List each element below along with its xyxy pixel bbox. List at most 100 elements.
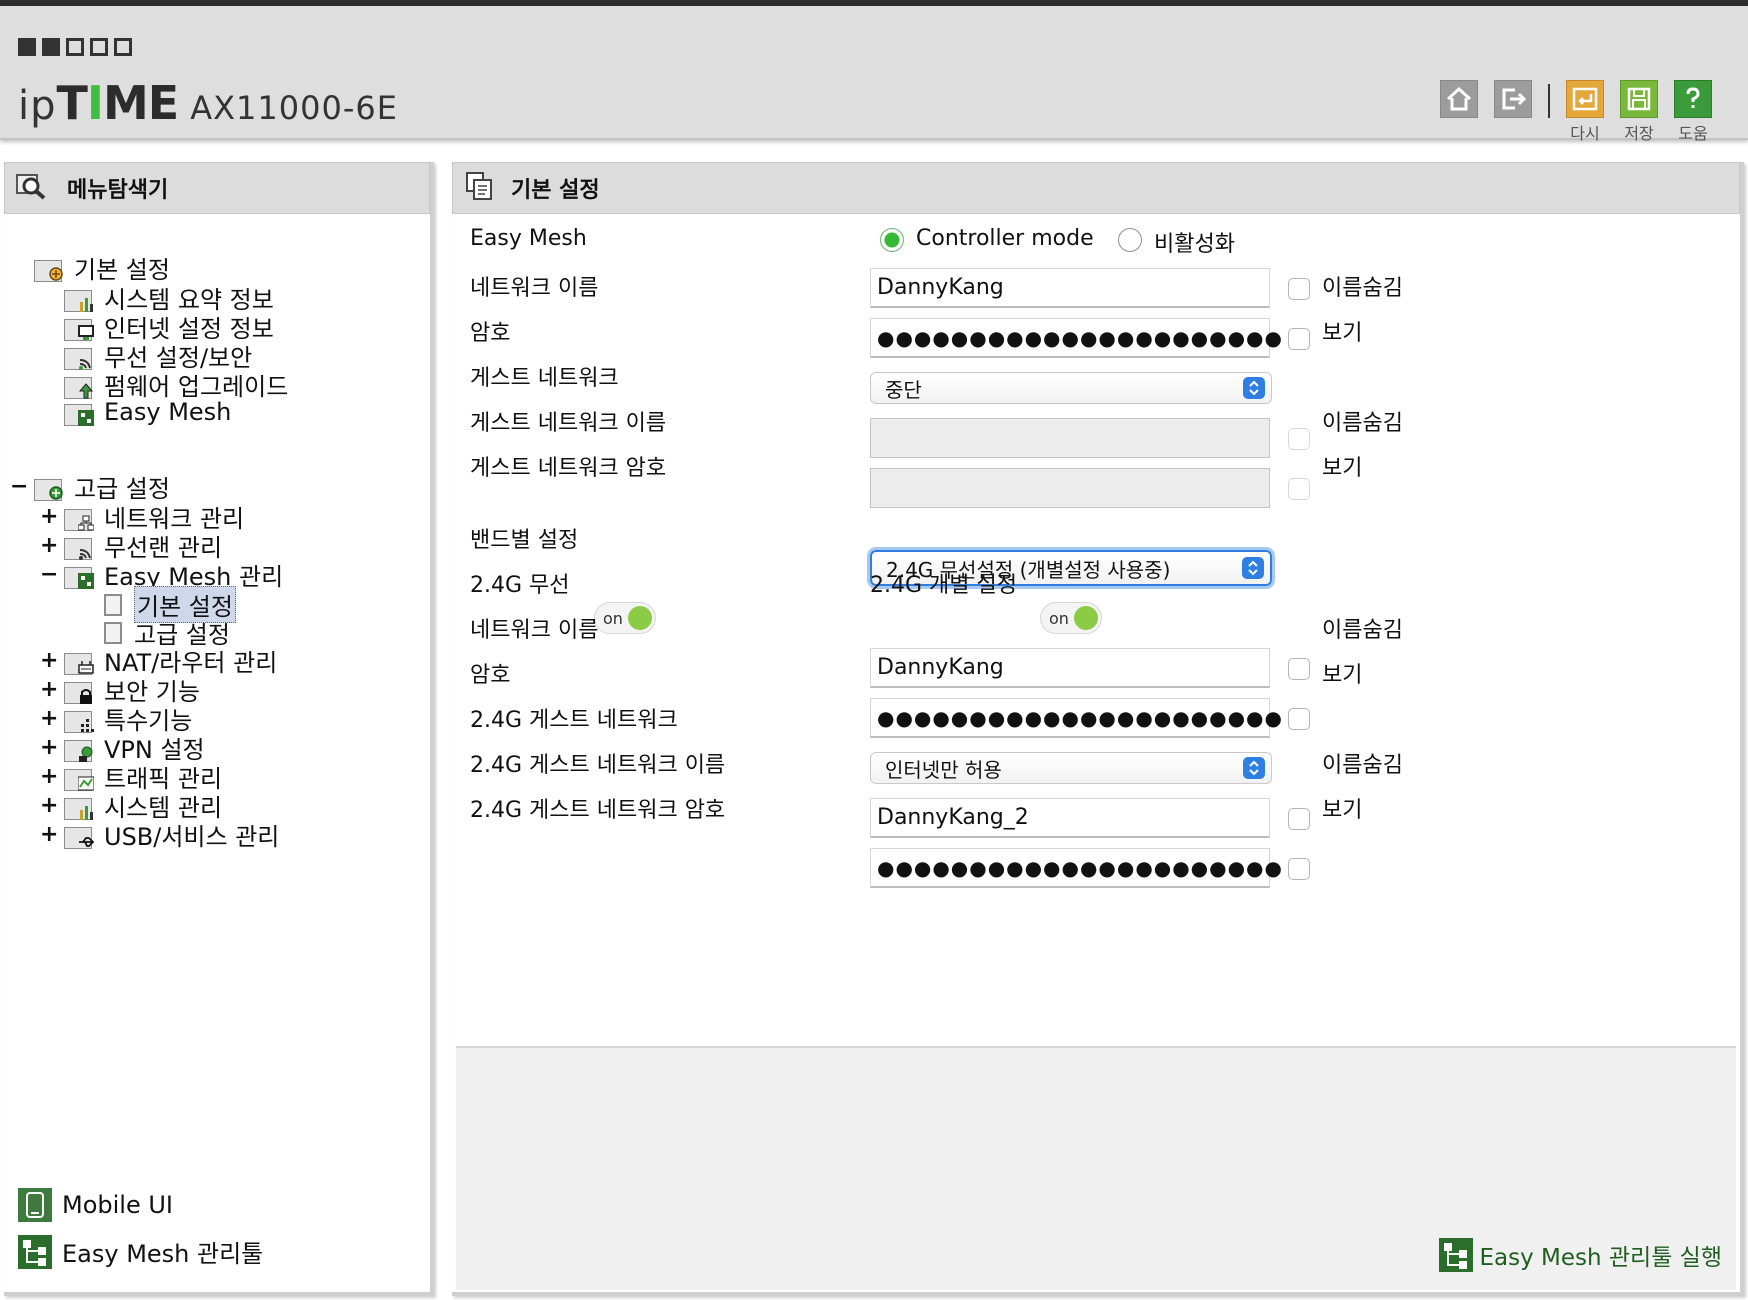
settings-panel: 기본 설정 Easy Mesh Controller mode 비활성화 네트워… (452, 162, 1744, 1296)
tree-item-easy-mesh[interactable]: Easy Mesh (64, 398, 231, 426)
tree-item-firmware[interactable]: 펌웨어 업그레이드 (64, 367, 288, 402)
mobile-ui-link[interactable]: Mobile UI (18, 1188, 173, 1222)
show-password-checkbox[interactable] (1288, 328, 1310, 350)
tree-item-usb[interactable]: + USB/서비스 관리 (40, 817, 279, 852)
disable-radio[interactable] (1118, 228, 1142, 252)
hide-name-label: 이름숨김 (1322, 276, 1403, 301)
logout-icon (1494, 80, 1532, 118)
menu-explorer-header: 메뉴탐색기 (4, 162, 430, 214)
guest-24g-show-password-label: 보기 (1322, 798, 1363, 823)
save-icon (1620, 80, 1658, 118)
mesh-icon (64, 561, 94, 589)
mobile-icon (18, 1188, 52, 1222)
network-name-24g-input[interactable]: DannyKang (870, 648, 1270, 688)
expand-toggle[interactable]: + (40, 793, 58, 818)
guest-hide-name-checkbox[interactable] (1288, 428, 1310, 450)
usb-icon (64, 821, 94, 849)
guest-24g-show-password-checkbox[interactable] (1288, 858, 1310, 880)
guest-24g-name-input[interactable]: DannyKang_2 (870, 798, 1270, 838)
password-24g-input[interactable]: ●●●●●●●●●●●●●●●●●●●●●● (870, 698, 1282, 738)
run-mesh-tool-link[interactable]: Easy Mesh 관리툴 실행 (1439, 1238, 1722, 1272)
app-header: ip TIME AX11000-6E 다시 저장 도움 (0, 6, 1748, 143)
expand-toggle[interactable]: + (40, 764, 58, 789)
page-icon (104, 593, 122, 616)
password-label: 암호 (470, 321, 511, 346)
easy-mesh-tool-link[interactable]: Easy Mesh 관리툴 (18, 1234, 263, 1269)
brand-time: TIME (56, 76, 180, 130)
individual-24g-toggle[interactable]: on (1040, 602, 1102, 634)
mesh-tool-icon (18, 1234, 52, 1269)
guest-24g-hide-name-checkbox[interactable] (1288, 808, 1310, 830)
hide-name-24g-checkbox[interactable] (1288, 658, 1310, 680)
show-password-24g-checkbox[interactable] (1288, 708, 1310, 730)
pages-icon (465, 171, 495, 205)
save-label: 저장 (1624, 124, 1654, 143)
wifi-icon (64, 532, 94, 560)
tree-item-label: 펌웨어 업그레이드 (104, 373, 289, 401)
model-name: AX11000-6E (190, 89, 398, 127)
hide-name-checkbox[interactable] (1288, 278, 1310, 300)
bar-chart-icon (64, 284, 94, 312)
controller-mode-label: Controller mode (916, 226, 1094, 251)
toggle-text: on (603, 609, 623, 628)
guest-24g-label: 2.4G 게스트 네트워크 (470, 708, 678, 733)
toggle-knob (1074, 606, 1098, 630)
header-toolbar: 다시 저장 도움 (1440, 80, 1728, 144)
menu-search-icon (15, 171, 49, 205)
brand-square (114, 38, 132, 56)
guest-show-password-label: 보기 (1322, 456, 1363, 481)
network-name-input[interactable]: DannyKang (870, 268, 1270, 308)
hide-name-24g-label: 이름숨김 (1322, 618, 1403, 643)
network-name-label: 네트워크 이름 (470, 276, 599, 301)
bar-chart-icon (64, 792, 94, 820)
guest-24g-password-input[interactable]: ●●●●●●●●●●●●●●●●●●●●●● (870, 848, 1282, 888)
easy-mesh-label: Easy Mesh (470, 226, 587, 251)
guest-24g-hide-name-label: 이름숨김 (1322, 753, 1403, 778)
collapse-toggle[interactable]: − (10, 474, 28, 499)
brand-square (90, 38, 108, 56)
expand-toggle[interactable]: + (40, 822, 58, 847)
home-button[interactable] (1440, 80, 1478, 118)
logout-button[interactable] (1494, 80, 1532, 118)
guest-network-select[interactable]: 중단 (870, 372, 1272, 404)
page-icon (104, 621, 122, 644)
expand-toggle[interactable]: + (40, 706, 58, 731)
guest-24g-name-label: 2.4G 게스트 네트워크 이름 (470, 753, 726, 778)
guest-name-label: 게스트 네트워크 이름 (470, 411, 667, 436)
settings-header: 기본 설정 (452, 162, 1740, 214)
expand-toggle[interactable]: + (40, 648, 58, 673)
password-24g-label: 암호 (470, 663, 511, 688)
select-chevron-icon (1242, 557, 1264, 579)
show-password-24g-label: 보기 (1322, 663, 1363, 688)
restart-button[interactable]: 다시 (1566, 80, 1604, 144)
wireless-24g-toggle[interactable]: on (594, 602, 656, 634)
menu-explorer-title: 메뉴탐색기 (67, 178, 169, 203)
save-button[interactable]: 저장 (1620, 80, 1658, 144)
vpn-icon (64, 734, 94, 762)
brand-square (42, 38, 60, 56)
expand-toggle[interactable]: + (40, 735, 58, 760)
tree-item-label: Easy Mesh (104, 398, 232, 426)
expand-toggle[interactable]: + (40, 533, 58, 558)
guest-password-input[interactable] (870, 468, 1270, 508)
toolbar-separator (1548, 84, 1550, 118)
controller-mode-radio[interactable] (880, 228, 904, 252)
help-button[interactable]: 도움 (1674, 80, 1712, 144)
guest-network-label: 게스트 네트워크 (470, 366, 619, 391)
select-chevron-icon (1243, 377, 1265, 399)
restart-label: 다시 (1570, 124, 1600, 143)
guest-24g-select[interactable]: 인터넷만 허용 (870, 752, 1272, 784)
guest-name-input[interactable] (870, 418, 1270, 458)
expand-toggle[interactable]: + (40, 504, 58, 529)
tree-item-label: USB/서비스 관리 (104, 823, 280, 851)
menu-explorer-panel: 메뉴탐색기 기본 설정 시스템 요약 정보 인터넷 설정 정보 무선 설정/보안… (4, 162, 434, 1296)
network-name-24g-label: 네트워크 이름 (470, 618, 599, 643)
collapse-toggle[interactable]: − (40, 562, 58, 587)
brand-ip: ip (18, 83, 57, 129)
password-input[interactable]: ●●●●●●●●●●●●●●●●●●●●●● (870, 318, 1282, 358)
wifi-icon (64, 342, 94, 370)
expand-toggle[interactable]: + (40, 677, 58, 702)
guest-hide-name-label: 이름숨김 (1322, 411, 1403, 436)
mobile-ui-label: Mobile UI (62, 1191, 173, 1219)
guest-show-password-checkbox[interactable] (1288, 478, 1310, 500)
